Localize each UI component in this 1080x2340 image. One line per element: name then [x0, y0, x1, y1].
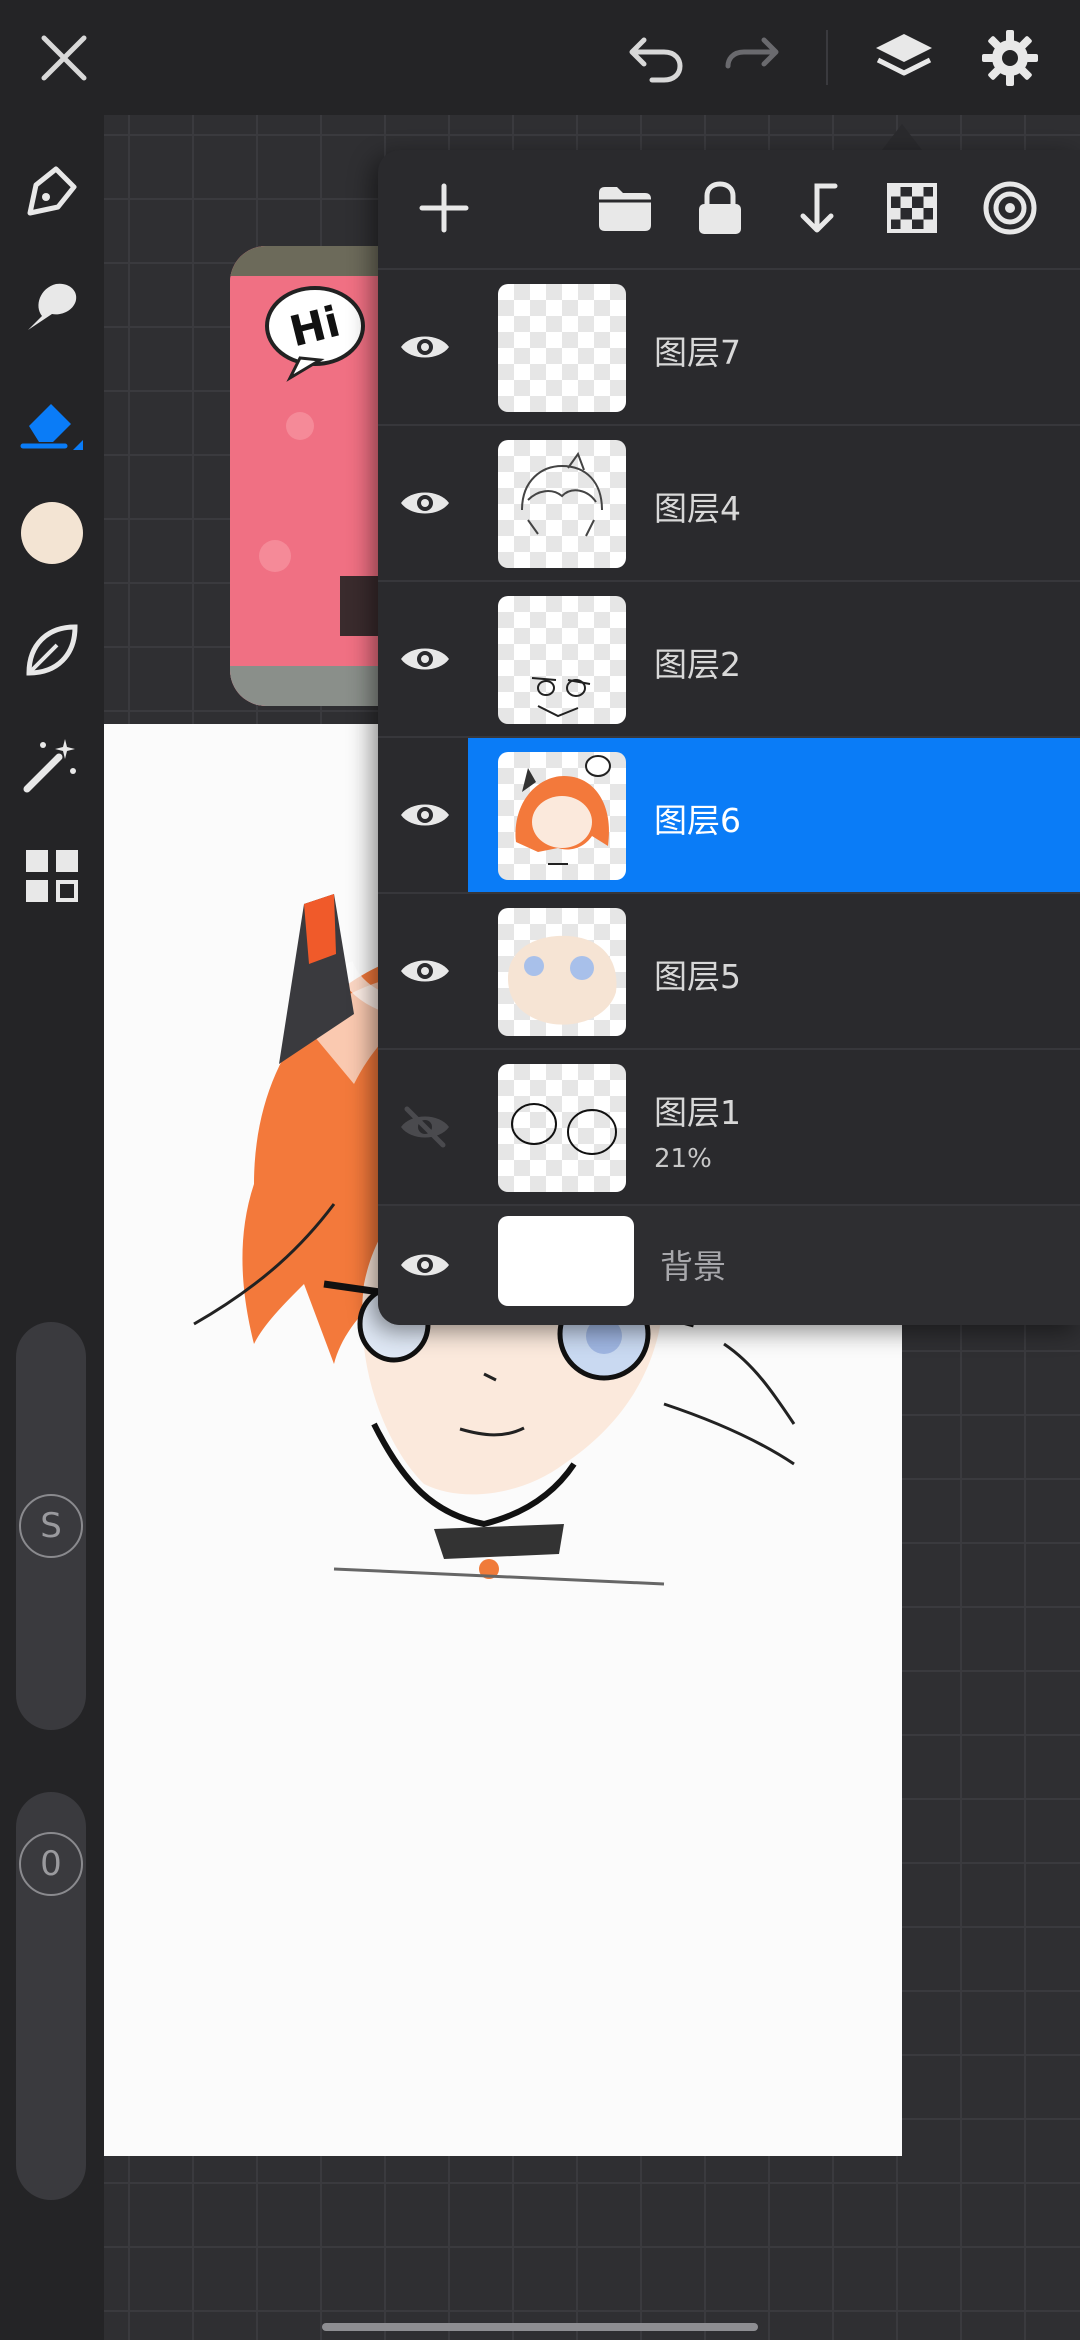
layer-row-1[interactable]: 图层1 21% — [378, 1048, 1080, 1206]
lock-icon[interactable] — [682, 170, 758, 246]
opacity-knob[interactable]: 0 — [19, 1832, 83, 1896]
layer-row-5[interactable]: 图层5 — [378, 892, 1080, 1050]
visibility-eye-icon[interactable] — [390, 312, 460, 382]
layer-thumbnail — [498, 1064, 626, 1192]
visibility-eye-icon[interactable] — [390, 468, 460, 538]
layer-name: 图层2 — [654, 645, 741, 684]
home-indicator[interactable] — [322, 2323, 758, 2331]
close-icon[interactable] — [24, 18, 104, 98]
merge-down-icon[interactable] — [778, 170, 854, 246]
visibility-hidden-eye-icon[interactable] — [390, 1092, 460, 1162]
brush-size-label: S — [40, 1506, 62, 1546]
layer-name: 图层7 — [654, 333, 741, 372]
color-swatch[interactable] — [14, 495, 90, 571]
opacity-label: 0 — [40, 1844, 62, 1884]
brush-size-knob[interactable]: S — [19, 1494, 83, 1558]
layer-name: 背景 — [660, 1247, 726, 1286]
visibility-eye-icon[interactable] — [390, 624, 460, 694]
layer-row-2[interactable]: 图层2 — [378, 580, 1080, 738]
clipping-mask-icon[interactable] — [972, 170, 1048, 246]
panel-pointer — [882, 124, 922, 150]
layer-thumbnail — [498, 1216, 634, 1306]
grid-apps-icon[interactable] — [14, 838, 90, 914]
layer-name: 图层4 — [654, 489, 741, 528]
redo-icon[interactable] — [712, 18, 792, 98]
layer-row-4[interactable]: 图层4 — [378, 424, 1080, 582]
layer-row-7[interactable]: 图层7 — [378, 268, 1080, 426]
folder-icon[interactable] — [586, 170, 662, 246]
layer-thumbnail — [498, 596, 626, 724]
layers-toolbar — [378, 150, 1080, 268]
layer-row-6[interactable]: 图层6 — [378, 736, 1080, 894]
settings-icon[interactable] — [970, 18, 1050, 98]
layer-thumbnail — [498, 908, 626, 1036]
layer-name: 图层5 — [654, 957, 741, 996]
layer-thumbnail — [498, 284, 626, 412]
visibility-eye-icon[interactable] — [390, 1230, 460, 1300]
pen-icon[interactable] — [14, 153, 90, 229]
layer-thumbnail — [498, 440, 626, 568]
layer-thumbnail — [498, 752, 626, 880]
layer-name: 图层1 — [654, 1093, 741, 1132]
visibility-eye-icon[interactable] — [390, 936, 460, 1006]
layers-panel: 图层7 图层4 图层2 图层6 图层5 图层1 21% 背景 — [378, 150, 1080, 1325]
leaf-brush-icon[interactable] — [14, 612, 90, 688]
add-layer-icon[interactable] — [406, 170, 482, 246]
layer-name: 图层6 — [654, 801, 741, 840]
top-toolbar — [0, 0, 1080, 115]
transparency-checker-icon[interactable] — [874, 170, 950, 246]
layer-opacity: 21% — [654, 1144, 712, 1174]
undo-icon[interactable] — [616, 18, 696, 98]
reference-image[interactable]: Hi — [230, 246, 380, 706]
magic-wand-icon[interactable] — [14, 726, 90, 802]
eraser-icon[interactable] — [14, 383, 90, 459]
layers-icon[interactable] — [864, 18, 944, 98]
toolbar-divider — [826, 30, 828, 85]
layer-row-background[interactable]: 背景 — [378, 1204, 1080, 1325]
smudge-icon[interactable] — [14, 268, 90, 344]
visibility-eye-icon[interactable] — [390, 780, 460, 850]
